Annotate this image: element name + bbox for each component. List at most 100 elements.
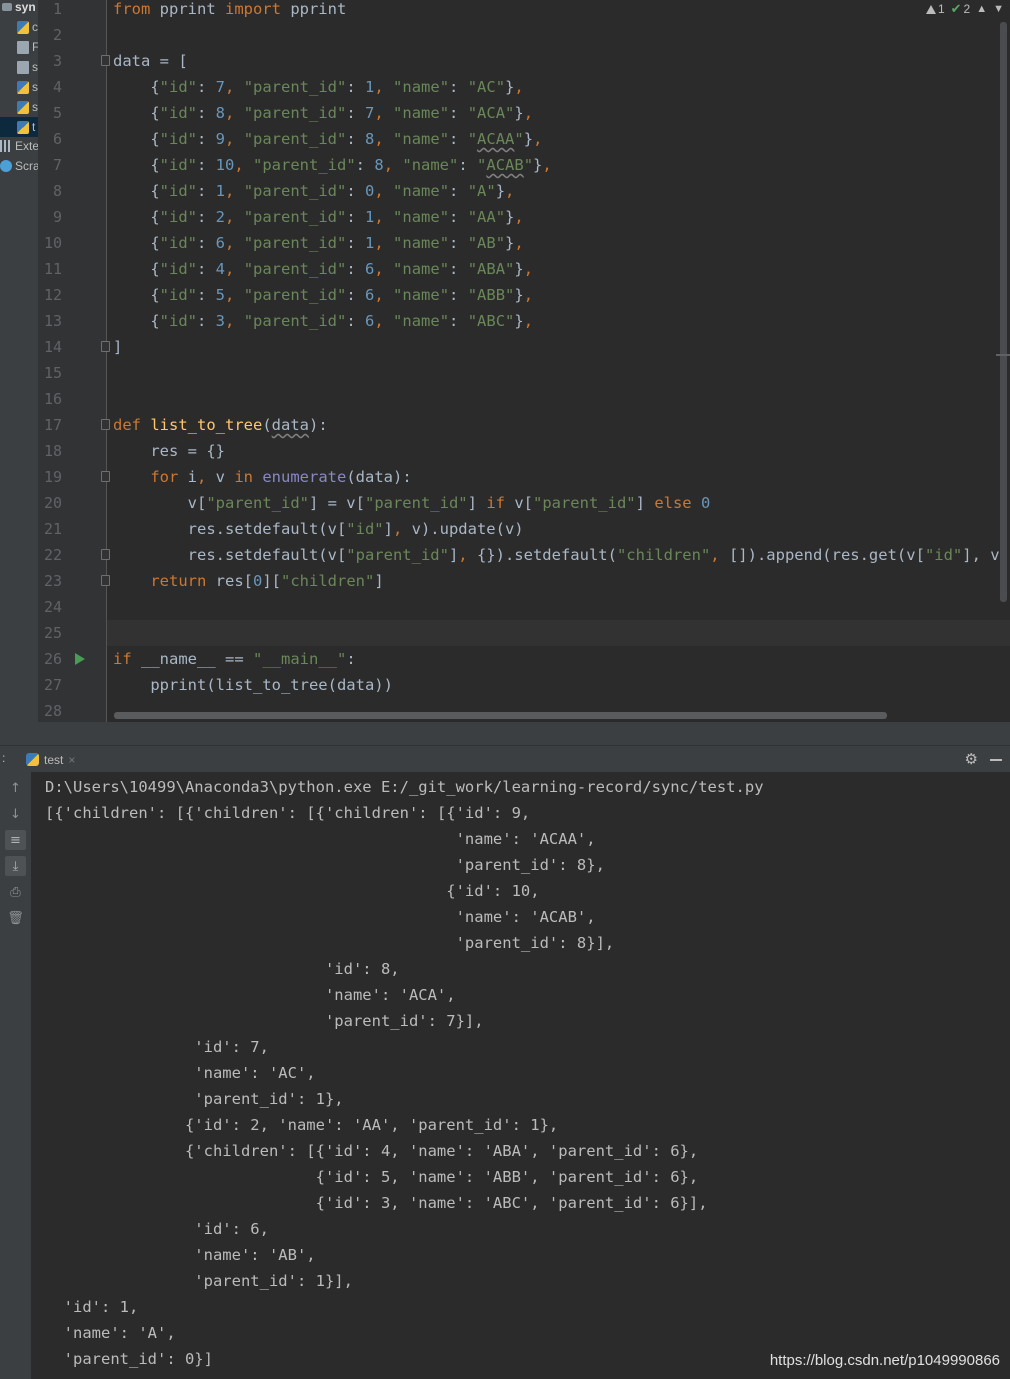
python-icon — [26, 753, 39, 766]
external-libraries-item[interactable]: Exte — [0, 136, 38, 156]
code-line[interactable]: res.setdefault(v["id"], v).update(v) — [113, 516, 1010, 542]
console-line: {'id': 2, 'name': 'AA', 'parent_id': 1}, — [45, 1116, 559, 1134]
code-line[interactable]: {"id": 4, "parent_id": 6, "name": "ABA"}… — [113, 256, 1010, 282]
library-icon — [0, 140, 12, 152]
code-token: : — [355, 156, 375, 174]
project-tree-item[interactable]: s — [0, 97, 38, 117]
console-line: D:\Users\10499\Anaconda3\python.exe E:/_… — [45, 778, 764, 796]
warning-count[interactable]: 1 — [925, 2, 945, 16]
code-token: "ABB" — [467, 286, 515, 304]
run-gutter-icon[interactable] — [75, 653, 85, 665]
code-token: res.setdefault(v[ — [113, 546, 347, 564]
fold-icon[interactable] — [101, 471, 110, 482]
code-line[interactable]: if __name__ == "__main__": — [113, 646, 1010, 672]
horizontal-scrollbar[interactable] — [114, 712, 887, 719]
code-token: , — [458, 546, 468, 564]
chevron-down-icon[interactable]: ▼ — [993, 3, 1004, 15]
console-line: 'name': 'ACAB', — [45, 908, 596, 926]
code-token: ] — [374, 572, 384, 590]
code-line[interactable]: from pprint import pprint — [113, 0, 1010, 22]
tab-test[interactable]: test × — [22, 746, 79, 773]
project-tree-item[interactable]: s — [0, 57, 38, 77]
code-line[interactable] — [113, 360, 1010, 386]
line-number: 18 — [43, 442, 62, 460]
project-tree-item[interactable]: c — [0, 17, 38, 37]
code-token: enumerate — [262, 468, 347, 486]
chevron-up-icon[interactable]: ▲ — [976, 3, 987, 15]
console-line: 'parent_id': 7}], — [45, 1012, 484, 1030]
print-icon[interactable]: ⎙ — [5, 882, 26, 902]
code-token: if — [113, 650, 132, 668]
code-token: ACAB — [486, 156, 524, 174]
scratches-item[interactable]: Scra — [0, 156, 38, 176]
fold-icon[interactable] — [101, 55, 110, 66]
ok-count[interactable]: ✔ 2 — [951, 1, 971, 17]
code-token: ( — [262, 416, 272, 434]
code-token: "id" — [159, 104, 197, 122]
project-tree-item[interactable]: F — [0, 37, 38, 57]
project-tree-item[interactable]: s — [0, 77, 38, 97]
code-line[interactable]: {"id": 7, "parent_id": 1, "name": "AC"}, — [113, 74, 1010, 100]
code-line[interactable]: {"id": 2, "parent_id": 1, "name": "AA"}, — [113, 204, 1010, 230]
code-line[interactable]: def list_to_tree(data): — [113, 412, 1010, 438]
code-token: , — [374, 130, 394, 148]
code-line[interactable] — [113, 386, 1010, 412]
code-line[interactable]: res.setdefault(v["parent_id"], {}).setde… — [113, 542, 1010, 568]
code-token: "parent_id" — [243, 182, 347, 200]
code-line[interactable]: pprint(list_to_tree(data)) — [113, 672, 1010, 698]
code-token: } — [514, 104, 524, 122]
code-token: , — [225, 208, 244, 226]
code-content[interactable]: from pprint import pprint data = [ {"id"… — [113, 0, 1010, 722]
code-line[interactable]: for i, v in enumerate(data): — [113, 464, 1010, 490]
code-line[interactable] — [113, 594, 1010, 620]
console-line: [{'children': [{'children': [{'children'… — [45, 804, 531, 822]
code-token: "id" — [159, 182, 197, 200]
code-token: , — [225, 312, 244, 330]
code-line[interactable]: data = [ — [113, 48, 1010, 74]
gear-icon[interactable]: ⚙ — [965, 750, 978, 768]
code-line[interactable]: {"id": 3, "parent_id": 6, "name": "ABC"}… — [113, 308, 1010, 334]
code-token: "parent_id" — [243, 234, 347, 252]
code-line[interactable]: {"id": 8, "parent_id": 7, "name": "ACA"}… — [113, 100, 1010, 126]
code-line[interactable]: {"id": 9, "parent_id": 8, "name": "ACAA"… — [113, 126, 1010, 152]
line-number: 20 — [43, 494, 62, 512]
code-token: : — [449, 286, 468, 304]
code-token: , — [523, 104, 534, 122]
line-number: 22 — [43, 546, 62, 564]
code-line[interactable]: v["parent_id"] = v["parent_id"] if v["pa… — [113, 490, 1010, 516]
vertical-scrollbar[interactable] — [1000, 22, 1007, 602]
code-token: { — [113, 234, 160, 252]
minimize-icon[interactable] — [990, 759, 1002, 761]
code-line[interactable]: {"id": 10, "parent_id": 8, "name": "ACAB… — [113, 152, 1010, 178]
panel-splitter[interactable] — [0, 722, 1010, 745]
scroll-to-end-icon[interactable]: ⤓ — [5, 856, 26, 876]
code-token: , — [710, 546, 720, 564]
fold-icon[interactable] — [101, 341, 110, 352]
project-root-item[interactable]: syn — [0, 0, 38, 17]
trash-icon[interactable]: 🗑 — [5, 908, 26, 928]
code-token: 0 — [365, 182, 375, 200]
code-token: 1 — [365, 208, 375, 226]
code-line[interactable] — [113, 620, 1010, 646]
console-output[interactable]: D:\Users\10499\Anaconda3\python.exe E:/_… — [31, 772, 1010, 1379]
fold-icon[interactable] — [101, 549, 110, 560]
code-token: ] — [635, 494, 655, 512]
code-line[interactable]: {"id": 5, "parent_id": 6, "name": "ABB"}… — [113, 282, 1010, 308]
fold-icon[interactable] — [101, 575, 110, 586]
arrow-up-icon[interactable]: ↑ — [5, 778, 26, 798]
project-tree-item[interactable]: t — [0, 117, 38, 137]
soft-wrap-icon[interactable]: ≡ — [5, 830, 26, 850]
inspection-widget[interactable]: 1 ✔ 2 ▲ ▼ — [925, 0, 1004, 18]
code-line[interactable]: {"id": 1, "parent_id": 0, "name": "A"}, — [113, 178, 1010, 204]
arrow-down-icon[interactable]: ↓ — [5, 804, 26, 824]
code-line[interactable] — [113, 22, 1010, 48]
code-line[interactable]: {"id": 6, "parent_id": 1, "name": "AB"}, — [113, 230, 1010, 256]
code-token: , — [225, 182, 244, 200]
code-token: : — [346, 286, 366, 304]
code-line[interactable]: res = {} — [113, 438, 1010, 464]
code-line[interactable]: ] — [113, 334, 1010, 360]
code-line[interactable]: return res[0]["children"] — [113, 568, 1010, 594]
code-editor[interactable]: 1 2 3 4 5 6 7 8 9 10 11 12 13 14 15 16 17 18 19 20 21 22 23 24 2… — [38, 0, 1010, 722]
fold-icon[interactable] — [101, 419, 110, 430]
close-icon[interactable]: × — [68, 753, 75, 767]
